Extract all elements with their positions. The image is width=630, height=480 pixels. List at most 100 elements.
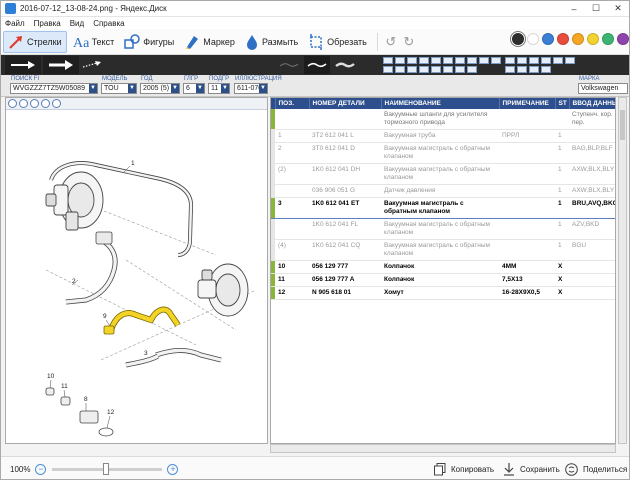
table-row[interactable]: 2 3T0 612 041 D Вакуумная магистраль с обр… <box>271 142 615 164</box>
color-swatch[interactable] <box>542 33 554 45</box>
callout-12[interactable]: 12 <box>107 409 115 416</box>
zoom-slider-knob[interactable] <box>103 462 110 475</box>
catalog-nav-button[interactable] <box>541 66 551 73</box>
menu-help[interactable]: Справка <box>93 19 124 28</box>
catalog-action-button[interactable] <box>407 66 417 73</box>
zoom-slider[interactable] <box>52 462 163 475</box>
tool-arrows[interactable]: Стрелки <box>3 30 67 53</box>
header-data-entry[interactable]: ВВОД ДАННЫХ <box>569 98 615 109</box>
arrow-style-dotted-icon[interactable] <box>81 56 103 74</box>
table-row[interactable]: (2) 1K0 612 041 DH Вакуумная магистраль с … <box>271 163 615 185</box>
catalog-nav-button[interactable] <box>517 57 527 64</box>
catalog-action-button[interactable] <box>479 57 489 64</box>
catalog-action-button[interactable] <box>419 66 429 73</box>
catalog-action-button[interactable] <box>407 57 417 64</box>
vin-search-field[interactable]: WVGZZZ7TZ5W05089 ▼ <box>10 83 98 94</box>
line-medium-icon[interactable] <box>304 56 330 74</box>
color-swatch[interactable] <box>572 33 584 45</box>
line-thin-icon[interactable] <box>276 56 302 74</box>
color-swatch[interactable] <box>587 33 599 45</box>
illustration-select[interactable]: 611-070 ▼ <box>234 83 268 94</box>
color-swatch[interactable] <box>527 33 539 45</box>
color-swatch[interactable] <box>512 33 524 45</box>
tool-shapes[interactable]: Фигуры <box>120 31 178 53</box>
zoom-reset-icon[interactable] <box>41 99 50 108</box>
menu-view[interactable]: Вид <box>70 19 84 28</box>
callout-8[interactable]: 8 <box>84 396 88 403</box>
share-button[interactable]: Поделиться <box>565 463 627 476</box>
color-swatch[interactable] <box>617 33 629 45</box>
maximize-button[interactable]: ☐ <box>585 2 607 15</box>
table-row[interactable]: 1K0 612 041 FL Вакуумная магистраль с обр… <box>271 218 615 240</box>
arrow-style-solid-icon[interactable] <box>5 56 41 74</box>
catalog-nav-button[interactable] <box>565 57 575 64</box>
header-quantity[interactable]: ST <box>555 98 570 109</box>
color-swatch[interactable] <box>557 33 569 45</box>
scrollbar-thumb[interactable] <box>620 110 625 140</box>
color-swatch[interactable] <box>602 33 614 45</box>
catalog-nav-button[interactable] <box>505 66 515 73</box>
catalog-nav-button[interactable] <box>505 57 515 64</box>
year-select[interactable]: 2005 (5) ▼ <box>140 83 180 94</box>
catalog-nav-button[interactable] <box>517 66 527 73</box>
close-button[interactable]: ✕ <box>607 2 629 15</box>
tool-crop[interactable]: Обрезать <box>304 31 371 53</box>
tool-text[interactable]: Aa Текст <box>69 31 119 53</box>
tool-blur[interactable]: Размыть <box>241 31 302 53</box>
header-part-number[interactable]: НОМЕР ДЕТАЛИ <box>309 98 382 109</box>
zoom-out-icon[interactable] <box>19 99 28 108</box>
callout-9[interactable]: 9 <box>103 313 107 320</box>
table-row[interactable]: 3 1K0 612 041 ET Вакуумная магистраль с об… <box>271 197 615 219</box>
table-row[interactable]: 12 N 905 618 01 Хомут 16-28X9X0,5 X <box>271 286 615 300</box>
tool-marker[interactable]: Маркер <box>180 31 239 53</box>
header-note[interactable]: ПРИМЕЧАНИЕ <box>499 98 556 109</box>
table-row[interactable]: 1 3T2 612 041 L Вакуумная труба ПРРЛ 1 <box>271 129 615 143</box>
catalog-action-button[interactable] <box>383 57 393 64</box>
catalog-action-button[interactable] <box>395 66 405 73</box>
catalog-action-button[interactable] <box>419 57 429 64</box>
model-select[interactable]: TOU ▼ <box>101 83 137 94</box>
subgroup-select[interactable]: 11 ▼ <box>208 83 230 94</box>
catalog-action-button[interactable] <box>443 66 453 73</box>
catalog-action-button[interactable] <box>383 66 393 73</box>
catalog-action-button[interactable] <box>431 57 441 64</box>
catalog-action-button[interactable] <box>455 66 465 73</box>
callout-3[interactable]: 3 <box>144 350 148 357</box>
print-illustration-icon[interactable] <box>52 99 61 108</box>
horizontal-scrollbar[interactable] <box>270 444 616 453</box>
main-group-select[interactable]: 6 ▼ <box>183 83 205 94</box>
redo-icon[interactable]: ↻ <box>400 33 418 51</box>
zoom-fit-icon[interactable] <box>30 99 39 108</box>
copy-button[interactable]: Копировать <box>434 463 494 476</box>
vertical-scrollbar[interactable] <box>618 97 627 444</box>
catalog-action-button[interactable] <box>467 66 477 73</box>
undo-icon[interactable]: ↺ <box>382 33 400 51</box>
catalog-nav-button[interactable] <box>553 57 563 64</box>
catalog-action-button[interactable] <box>395 57 405 64</box>
menu-file[interactable]: Файл <box>5 19 25 28</box>
catalog-action-button[interactable] <box>455 57 465 64</box>
catalog-nav-button[interactable] <box>529 66 539 73</box>
brand-select[interactable]: Volkswagen <box>578 83 628 94</box>
zoom-in-button[interactable]: + <box>167 463 179 475</box>
catalog-nav-button[interactable] <box>541 57 551 64</box>
zoom-out-button[interactable]: − <box>35 463 47 475</box>
header-name[interactable]: НАИМЕНОВАНИЕ <box>381 98 500 109</box>
zoom-in-icon[interactable] <box>8 99 17 108</box>
catalog-action-button[interactable] <box>467 57 477 64</box>
save-button[interactable]: Сохранить <box>503 463 560 476</box>
callout-11[interactable]: 11 <box>61 383 68 390</box>
callout-1[interactable]: 1 <box>131 160 135 167</box>
arrow-style-bold-icon[interactable] <box>43 56 79 74</box>
catalog-action-button[interactable] <box>491 57 501 64</box>
catalog-action-button[interactable] <box>431 66 441 73</box>
catalog-action-button[interactable] <box>443 57 453 64</box>
callout-10[interactable]: 10 <box>47 373 55 380</box>
line-thick-icon[interactable] <box>332 56 358 74</box>
menu-edit[interactable]: Правка <box>34 19 61 28</box>
table-row[interactable]: Вакуумные шланги для усилителя тормозног… <box>271 109 615 130</box>
table-row[interactable]: 10 056 129 777 Колпачок 4MM X <box>271 260 615 274</box>
header-position[interactable]: ПОЗ. <box>275 98 310 109</box>
catalog-nav-button[interactable] <box>529 57 539 64</box>
minimize-button[interactable]: – <box>563 2 585 15</box>
